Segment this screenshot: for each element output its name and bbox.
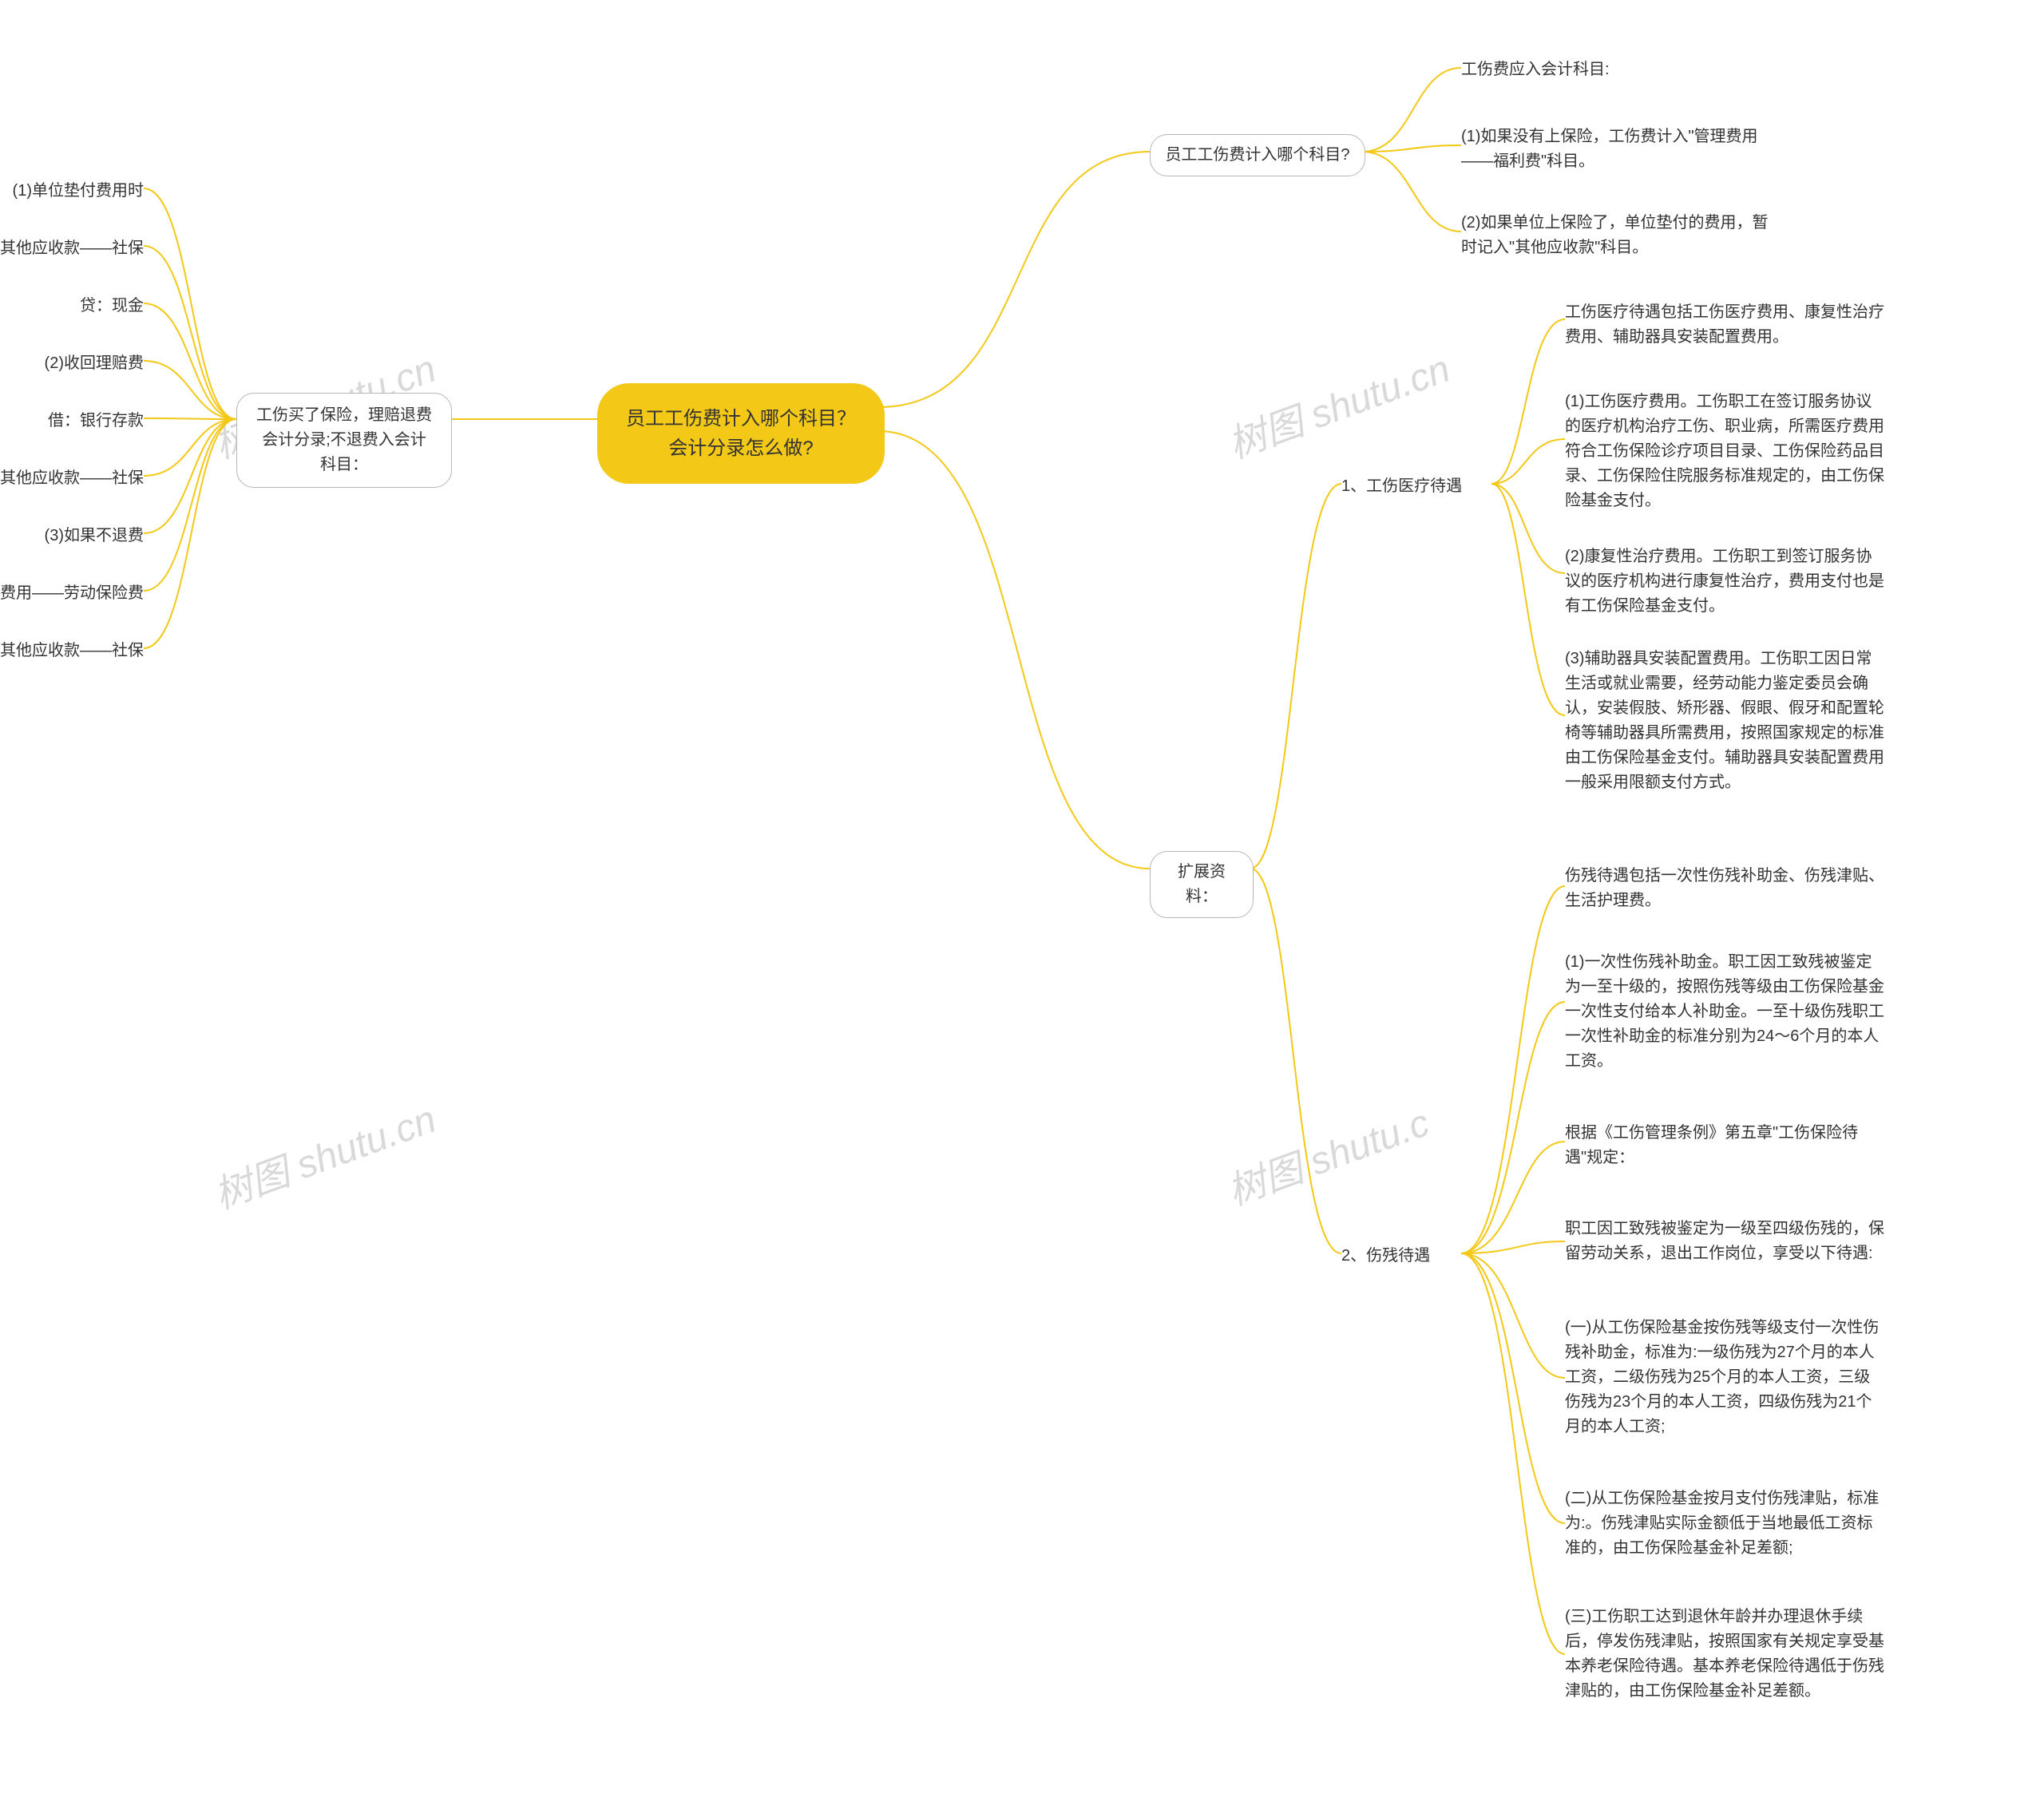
left-leaf: 贷：其他应收款——社保 <box>0 639 144 663</box>
sub2-leaf: 伤残待遇包括一次性伤残补助金、伤残津贴、生活护理费。 <box>1565 864 1884 913</box>
left-leaf: 贷：其他应收款——社保 <box>0 466 144 491</box>
sub1-leaf: (2)康复性治疗费用。工伤职工到签订服务协议的医疗机构进行康复性治疗，费用支付也… <box>1565 544 1884 619</box>
sub1-label[interactable]: 1、工伤医疗待遇 <box>1341 474 1462 499</box>
sub2-leaf: (1)一次性伤残补助金。职工因工致残被鉴定为一至十级的，按照伤残等级由工伤保险基… <box>1565 950 1884 1074</box>
sub2-leaf: (二)从工伤保险基金按月支付伤残津贴，标准为:。伤残津贴实际金额低于当地最低工资… <box>1565 1486 1884 1561</box>
sub1-leaf: (3)辅助器具安装配置费用。工伤职工因日常生活或就业需要，经劳动能力鉴定委员会确… <box>1565 647 1884 795</box>
left-branch[interactable]: 工伤买了保险，理赔退费会计分录;不退费入会计科目： <box>236 393 452 488</box>
sub1-leaf: 工伤医疗待遇包括工伤医疗费用、康复性治疗费用、辅助器具安装配置费用。 <box>1565 300 1884 350</box>
right-branch-1[interactable]: 员工工伤费计入哪个科目? <box>1150 134 1365 176</box>
left-leaf: 借：管理费用——劳动保险费 <box>0 581 144 606</box>
right-branch1-leaf: 工伤费应入会计科目: <box>1461 57 1781 82</box>
sub2-leaf: 根据《工伤管理条例》第五章"工伤保险待遇"规定： <box>1565 1121 1884 1170</box>
left-leaf: (2)收回理赔费 <box>0 351 144 376</box>
sub2-leaf: (三)工伤职工达到退休年龄并办理退休手续后，停发伤残津贴，按照国家有关规定享受基… <box>1565 1605 1884 1704</box>
right-branch1-leaf: (1)如果没有上保险，工伤费计入"管理费用——福利费"科目。 <box>1461 125 1781 174</box>
right-branch-2[interactable]: 扩展资料： <box>1150 851 1254 918</box>
sub1-leaf: (1)工伤医疗费用。工伤职工在签订服务协议的医疗机构治疗工伤、职业病，所需医疗费… <box>1565 390 1884 513</box>
left-leaf: 借：银行存款 <box>0 409 144 433</box>
left-leaf: 贷：现金 <box>0 294 144 319</box>
root-node[interactable]: 员工工伤费计入哪个科目？会计分录怎么做? <box>597 383 885 484</box>
sub2-leaf: 职工因工致残被鉴定为一级至四级伤残的，保留劳动关系，退出工作岗位，享受以下待遇: <box>1565 1217 1884 1266</box>
right-branch1-leaf: (2)如果单位上保险了，单位垫付的费用，暂时记入"其他应收款"科目。 <box>1461 211 1781 260</box>
sub2-leaf: (一)从工伤保险基金按伤残等级支付一次性伤残补助金，标准为:一级伤残为27个月的… <box>1565 1316 1884 1439</box>
left-leaf: 借：其他应收款——社保 <box>0 236 144 261</box>
left-leaf: (3)如果不退费 <box>0 524 144 548</box>
left-leaf: (1)单位垫付费用时 <box>0 179 144 204</box>
sub2-label[interactable]: 2、伤残待遇 <box>1341 1244 1430 1269</box>
